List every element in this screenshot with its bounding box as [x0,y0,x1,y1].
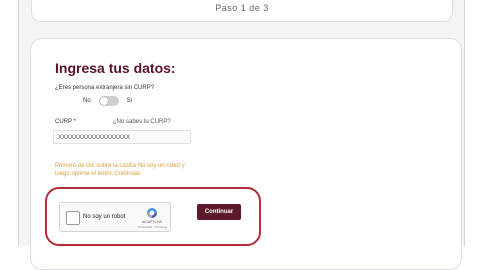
continue-button[interactable]: Continuar [197,204,241,220]
curp-help-link[interactable]: ¿No sabes tu CURP? [113,119,171,125]
curp-input[interactable]: XXXXXXXXXXXXXXXXXX [53,130,191,144]
recaptcha-checkbox[interactable] [66,211,80,225]
toggle-no-label: No [83,98,91,104]
recaptcha-widget: No soy un robot reCAPTCHA Privacidad - T… [59,202,171,232]
toggle-yes-label: Sí [126,98,133,104]
captcha-instruction: Primero da clic sobre la casilla No soy … [55,163,185,177]
foreign-toggle-row: No Sí [83,96,132,106]
curp-label: CURP * [55,119,76,125]
foreign-question-label: ¿Eres persona extranjera sin CURP? [55,85,155,91]
foreign-toggle[interactable] [98,96,119,106]
recaptcha-icon [147,208,157,218]
recaptcha-label: No soy un robot [83,214,126,220]
recaptcha-terms[interactable]: Privacidad - Términos [138,225,167,229]
form-card: Ingresa tus datos: ¿Eres persona extranj… [30,38,462,270]
toggle-knob [99,97,108,105]
step-indicator: Paso 1 de 3 [215,3,269,13]
recaptcha-brand: reCAPTCHA [142,220,162,224]
page-title: Ingresa tus datos: [55,60,176,76]
step-card: Paso 1 de 3 [31,0,453,22]
